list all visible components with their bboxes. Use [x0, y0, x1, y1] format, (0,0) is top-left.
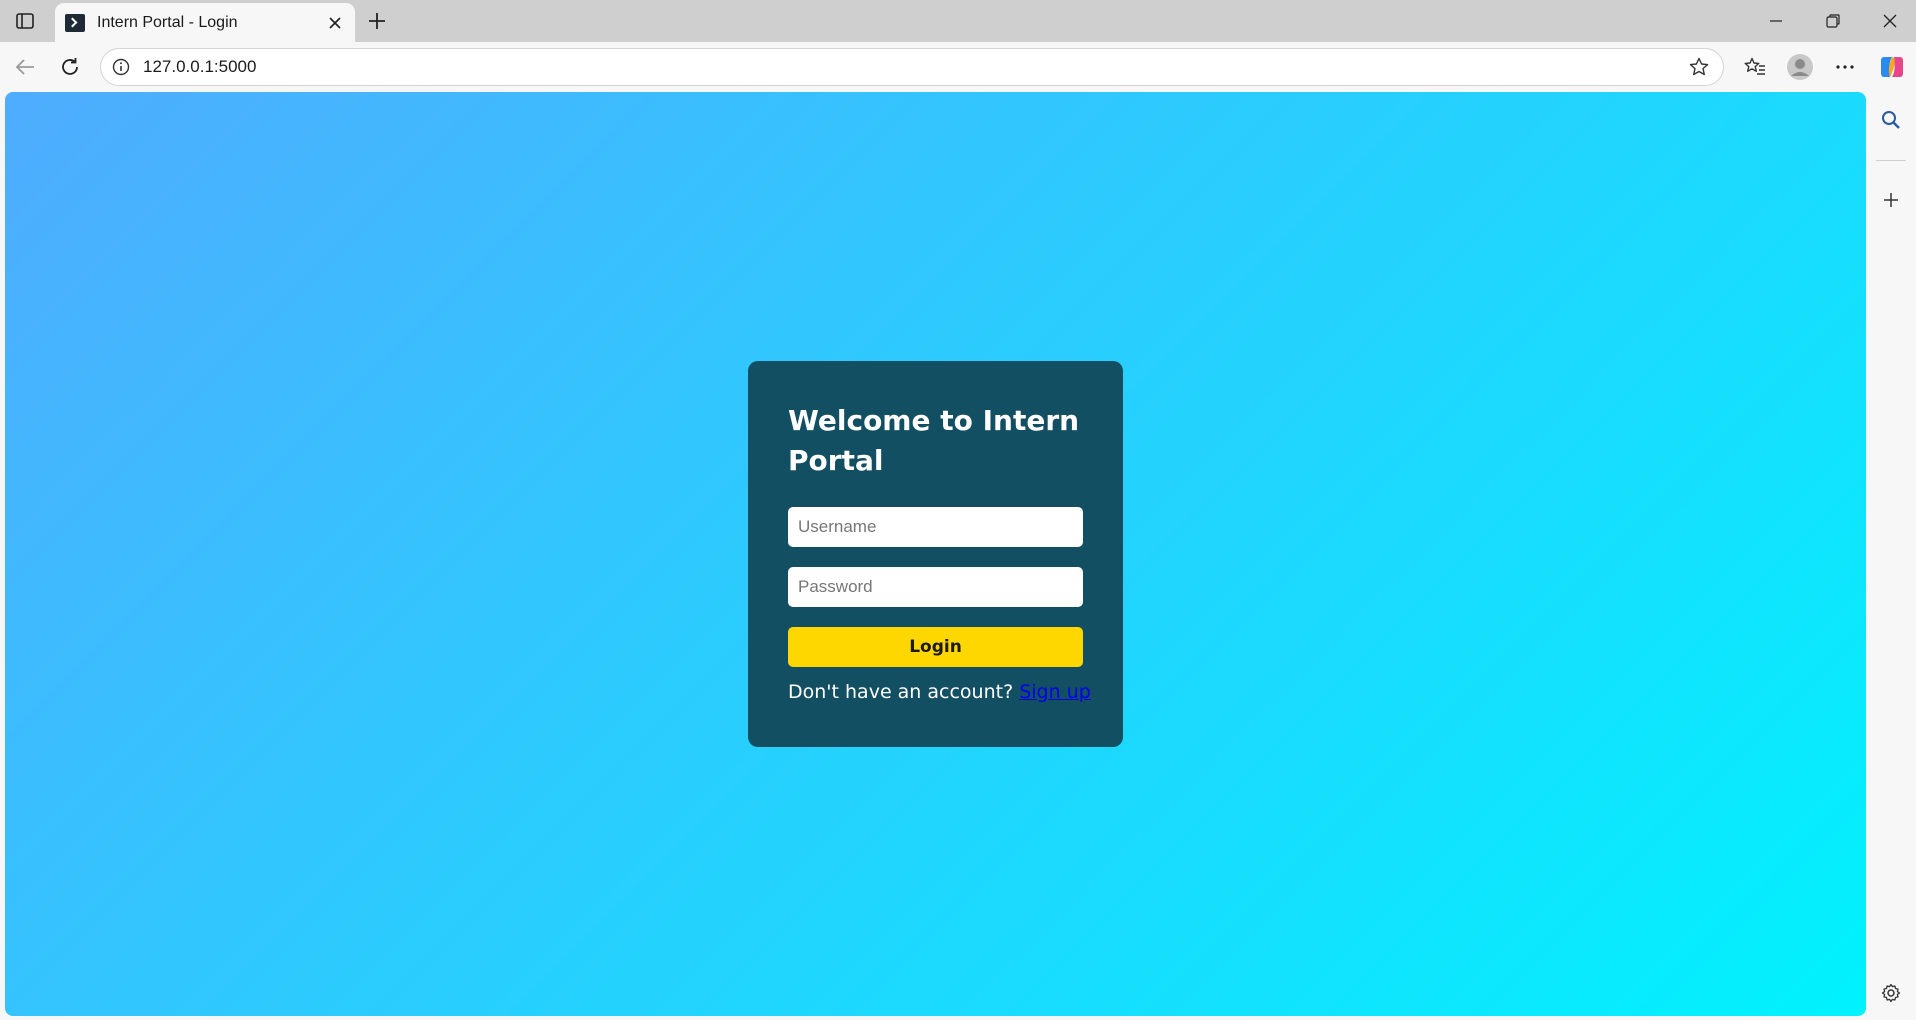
search-icon — [1882, 111, 1900, 129]
tab-close-button[interactable] — [321, 9, 349, 37]
more-button[interactable] — [1827, 49, 1863, 85]
profile-icon — [1787, 54, 1813, 80]
tab-actions-button[interactable] — [10, 7, 40, 35]
url-text[interactable]: 127.0.0.1:5000 — [143, 57, 1683, 77]
restore-icon — [1826, 14, 1840, 28]
back-button[interactable] — [7, 49, 43, 85]
side-panel — [1866, 92, 1916, 1020]
login-button[interactable]: Login — [788, 627, 1083, 667]
minimize-button[interactable] — [1748, 0, 1804, 42]
favorites-icon — [1744, 57, 1765, 75]
login-card: Welcome to Intern Portal Login Don't hav… — [748, 361, 1123, 747]
more-icon — [1836, 65, 1854, 69]
page-viewport: Welcome to Intern Portal Login Don't hav… — [5, 92, 1866, 1016]
sidebar-settings-button[interactable] — [1873, 975, 1909, 1011]
plus-icon — [369, 13, 385, 29]
refresh-button[interactable] — [52, 49, 88, 85]
sidebar-search-button[interactable] — [1873, 102, 1909, 138]
active-tab[interactable]: Intern Portal - Login — [55, 3, 355, 42]
page-title: Welcome to Intern Portal — [788, 404, 1080, 477]
browser-window: Intern Portal - Login 127.0.0.1:5000 Wel… — [0, 0, 1916, 1020]
close-window-button[interactable] — [1862, 0, 1916, 42]
sidebar-add-button[interactable] — [1873, 182, 1909, 218]
gear-icon — [1881, 983, 1901, 1003]
signup-prompt-text: Don't have an account? — [788, 681, 1014, 703]
favorites-button[interactable] — [1737, 49, 1773, 85]
terminal-favicon-icon — [65, 13, 85, 32]
close-icon — [329, 16, 341, 29]
username-input[interactable] — [788, 507, 1083, 547]
info-icon[interactable] — [111, 57, 131, 77]
copilot-icon — [1881, 57, 1903, 77]
refresh-icon — [62, 58, 78, 75]
tab-title: Intern Portal - Login — [97, 13, 238, 31]
password-input[interactable] — [788, 567, 1083, 607]
plus-icon — [1884, 193, 1898, 207]
signup-link[interactable]: Sign up — [1019, 681, 1091, 703]
profile-button[interactable] — [1782, 49, 1818, 85]
close-icon — [1883, 14, 1897, 28]
restore-button[interactable] — [1805, 0, 1861, 42]
new-tab-button[interactable] — [362, 6, 392, 36]
browser-toolbar: 127.0.0.1:5000 — [0, 42, 1916, 92]
minimize-icon — [1770, 20, 1782, 22]
sidebar-divider — [1876, 160, 1906, 161]
add-favorite-button[interactable] — [1683, 51, 1715, 83]
address-bar[interactable]: 127.0.0.1:5000 — [100, 48, 1724, 86]
tab-strip: Intern Portal - Login — [0, 0, 1916, 42]
tab-actions-icon — [16, 13, 34, 29]
back-arrow-icon — [15, 59, 34, 75]
copilot-button[interactable] — [1874, 49, 1910, 85]
star-icon — [1689, 57, 1709, 76]
signup-prompt-line: Don't have an account? Sign up — [788, 681, 1091, 703]
